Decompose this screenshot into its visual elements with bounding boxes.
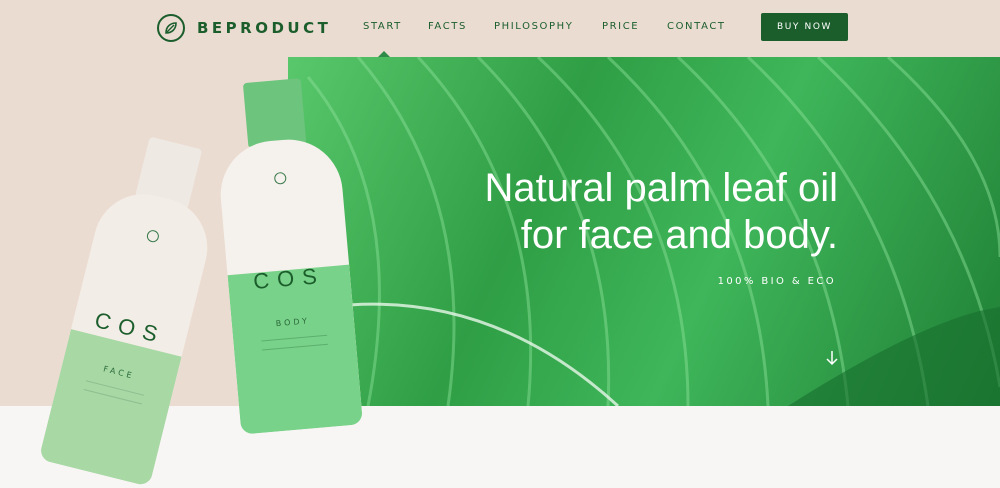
hero-headline: Natural palm leaf oil for face and body. — [340, 165, 839, 259]
headline-line-2: for face and body. — [520, 213, 838, 257]
active-nav-indicator — [378, 51, 390, 57]
body-bottle-cap — [242, 78, 307, 147]
nav-contact[interactable]: CONTACT — [667, 21, 726, 32]
brand-logo[interactable]: BEPRODUCT — [157, 14, 331, 42]
nav-price[interactable]: PRICE — [602, 21, 639, 32]
nav-facts[interactable]: FACTS — [428, 21, 467, 32]
headline-line-1: Natural palm leaf oil — [484, 166, 839, 210]
hero-subheadline: 100% BIO & ECO — [717, 276, 836, 287]
leaf-icon — [157, 14, 185, 42]
top-navigation: BEPRODUCT START FACTS PHILOSOPHY PRICE C… — [0, 0, 1000, 57]
brand-name: BEPRODUCT — [197, 19, 332, 37]
nav-start[interactable]: START — [363, 21, 402, 32]
nav-philosophy[interactable]: PHILOSOPHY — [494, 21, 573, 32]
buy-now-button[interactable]: BUY NOW — [761, 13, 848, 41]
arrow-down-icon[interactable] — [826, 350, 838, 370]
body-bottle: COS BODY — [197, 74, 377, 436]
